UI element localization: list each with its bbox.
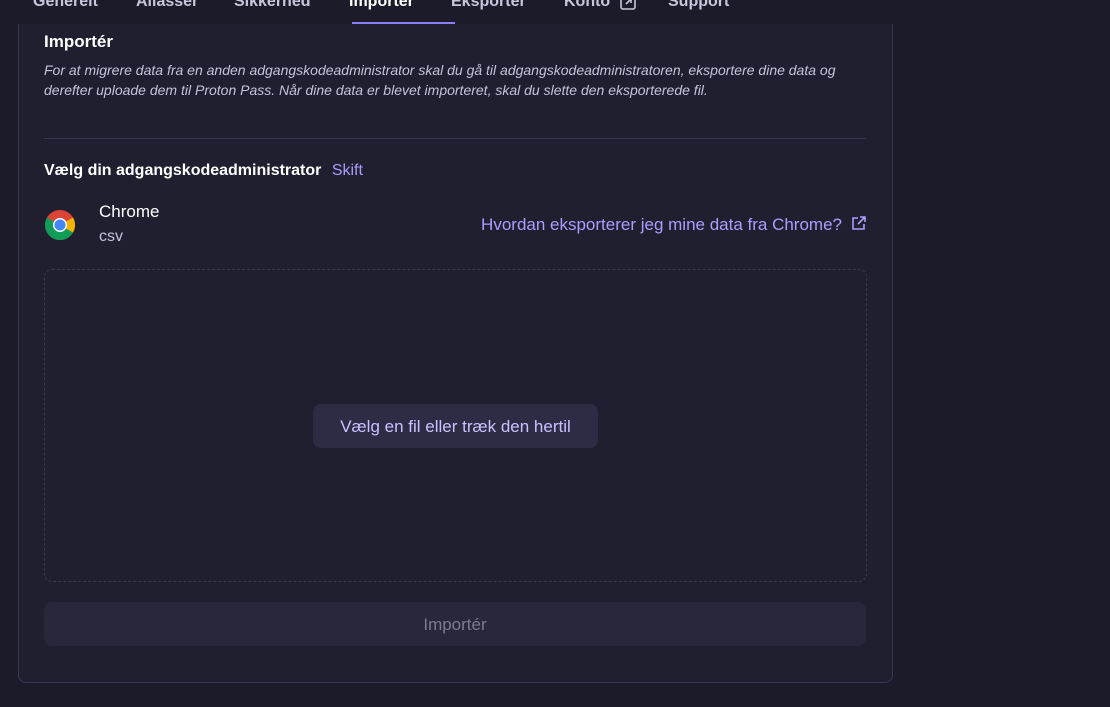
provider-selector-row: Vælg din adgangskodeadministrator Skift bbox=[44, 162, 363, 180]
provider-name: Chrome bbox=[99, 202, 160, 221]
import-panel: Importér For at migrere data fra en ande… bbox=[18, 24, 893, 683]
choose-provider-label: Vælg din adgangskodeadministrator bbox=[44, 162, 322, 179]
switch-provider-link[interactable]: Skift bbox=[332, 162, 363, 179]
file-dropzone[interactable]: Vælg en fil eller træk den hertil bbox=[44, 269, 867, 582]
divider bbox=[44, 138, 866, 139]
import-title: Importér bbox=[44, 32, 113, 51]
tab-import[interactable]: Importer bbox=[349, 0, 414, 24]
chrome-icon bbox=[44, 210, 76, 241]
settings-tabs: Generelt Aliasser Sikkerhed Importer Eks… bbox=[18, 0, 893, 25]
tab-general[interactable]: Generelt bbox=[33, 0, 98, 24]
tab-security[interactable]: Sikkerhed bbox=[234, 0, 310, 24]
export-help-link-label: Hvordan eksporterer jeg mine data fra Ch… bbox=[481, 215, 842, 234]
import-description: For at migrere data fra en anden adgangs… bbox=[44, 62, 836, 98]
provider-format: csv bbox=[99, 228, 123, 245]
tab-account[interactable]: Konto bbox=[564, 0, 637, 24]
import-button[interactable]: Importér bbox=[44, 602, 866, 646]
external-link-icon bbox=[619, 0, 636, 10]
tab-support[interactable]: Support bbox=[668, 0, 729, 24]
export-help-link[interactable]: Hvordan eksporterer jeg mine data fra Ch… bbox=[481, 214, 868, 235]
external-link-icon bbox=[852, 216, 866, 230]
tab-aliases[interactable]: Aliasser bbox=[136, 0, 198, 24]
choose-file-button[interactable]: Vælg en fil eller træk den hertil bbox=[313, 404, 598, 448]
tab-account-label: Konto bbox=[564, 0, 611, 10]
tab-export[interactable]: Eksporter bbox=[451, 0, 526, 24]
